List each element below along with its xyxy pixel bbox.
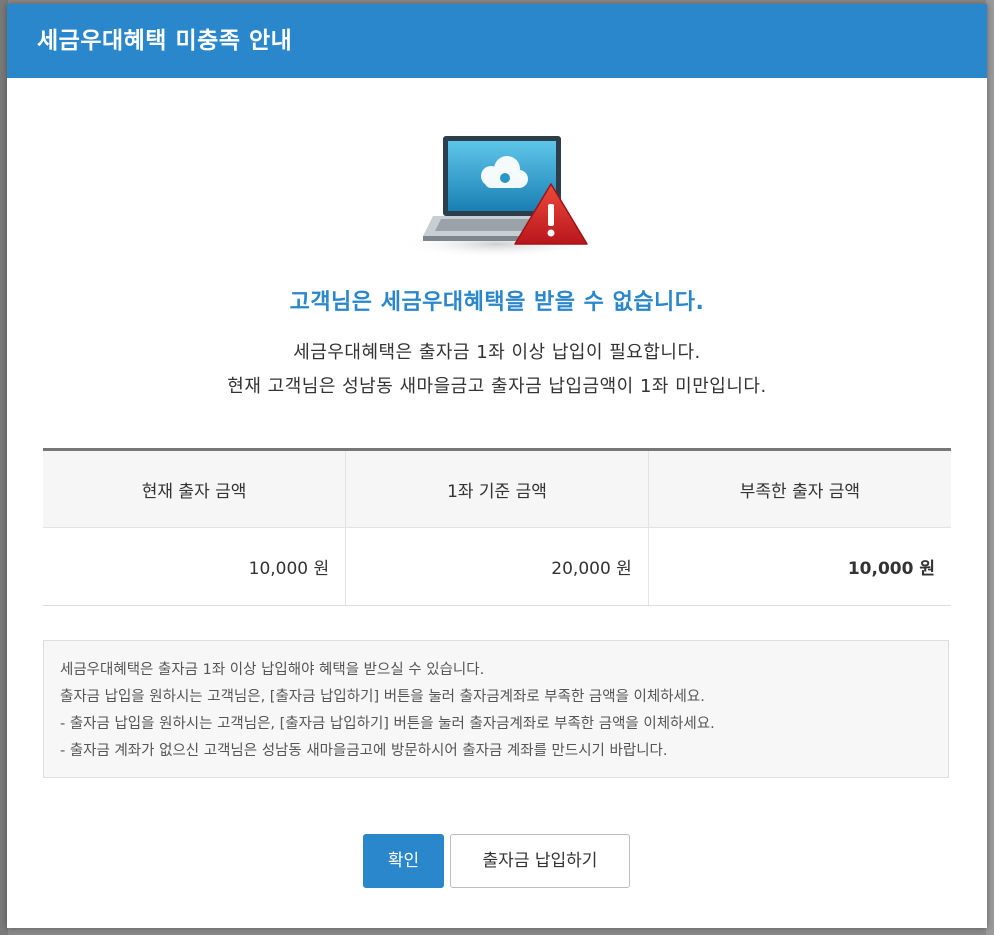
confirm-button[interactable]: 확인 [363, 834, 444, 888]
notice-box: 세금우대혜택은 출자금 1좌 이상 납입해야 혜택을 받으실 수 있습니다. 출… [43, 640, 949, 778]
table-row: 10,000 원 20,000 원 10,000 원 [43, 527, 951, 606]
pay-contribution-button[interactable]: 출자금 납입하기 [450, 834, 630, 888]
shortfall-amount-value: 10,000 원 [648, 527, 951, 606]
header-current-amount: 현재 출자 금액 [43, 449, 347, 528]
notice-line: - 출자금 계좌가 없으신 고객님은 성남동 새마을금고에 방문하시어 출자금 … [60, 743, 668, 759]
dialog-title: 세금우대혜택 미충족 안내 [7, 4, 987, 78]
laptop-cloud-warning-icon [397, 132, 607, 262]
table-header-row: 현재 출자 금액 1좌 기준 금액 부족한 출자 금액 [43, 449, 951, 528]
description-line-1: 세금우대혜택은 출자금 1좌 이상 납입이 필요합니다. [293, 342, 701, 363]
description-line-2: 현재 고객님은 성남동 새마을금고 출자금 납입금액이 1좌 미만입니다. [227, 376, 767, 397]
backdrop-right [986, 0, 994, 935]
header-base-amount: 1좌 기준 금액 [345, 449, 649, 528]
current-amount-value: 10,000 원 [43, 527, 347, 606]
contribution-table: 현재 출자 금액 1좌 기준 금액 부족한 출자 금액 10,000 원 20,… [43, 448, 951, 606]
notice-line: 세금우대혜택은 출자금 1좌 이상 납입해야 혜택을 받으실 수 있습니다. [60, 662, 485, 678]
base-amount-value: 20,000 원 [345, 527, 649, 606]
header-shortfall-amount: 부족한 출자 금액 [648, 449, 951, 528]
headline: 고객님은 세금우대혜택을 받을 수 없습니다. [289, 290, 705, 315]
modal-dialog: 세금우대혜택 미충족 안내 고객님은 세금우대혜택을 받을 수 없습니다. 세금… [7, 4, 987, 928]
notice-line: 출자금 납입을 원하시는 고객님은, [출자금 납입하기] 버튼을 눌러 출자금… [60, 689, 705, 705]
notice-line: - 출자금 납입을 원하시는 고객님은, [출자금 납입하기] 버튼을 눌러 출… [60, 716, 715, 732]
